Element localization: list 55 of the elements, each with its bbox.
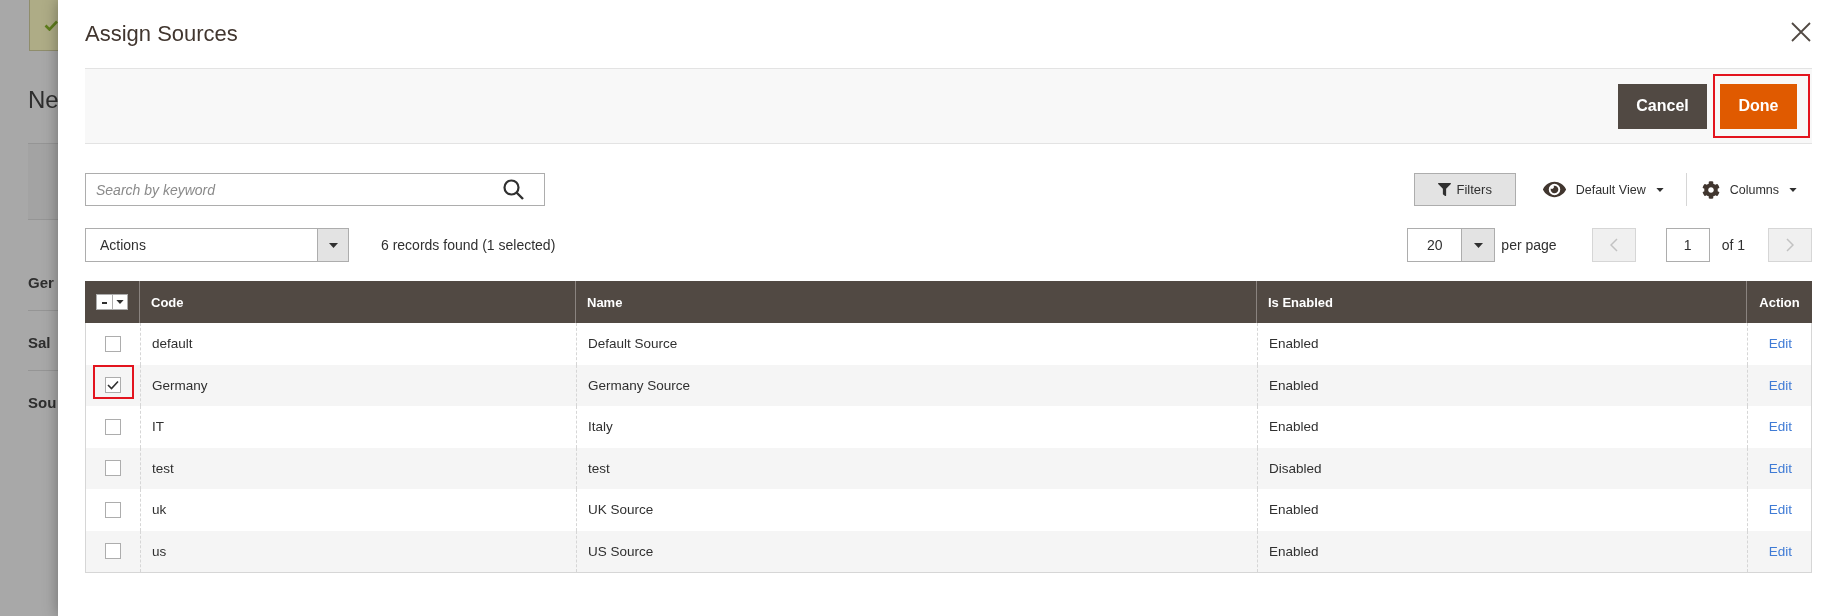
- filter-icon: [1437, 183, 1451, 196]
- search-icon[interactable]: [503, 179, 524, 200]
- page-input[interactable]: 1: [1665, 228, 1710, 262]
- done-button[interactable]: Done: [1720, 83, 1797, 129]
- table-cell: Italy: [576, 406, 1257, 448]
- check-icon: [44, 19, 58, 31]
- close-button[interactable]: [1790, 21, 1812, 43]
- gear-icon: [1701, 180, 1720, 199]
- edit-link[interactable]: Edit: [1768, 502, 1793, 518]
- edit-link[interactable]: Edit: [1768, 419, 1793, 435]
- modal-title: Assign Sources: [85, 21, 238, 47]
- records-count: 6 records found (1 selected): [381, 237, 556, 253]
- table-cell: us: [140, 530, 576, 572]
- section-title: Sou: [28, 393, 57, 413]
- page-count: of 1: [1721, 237, 1745, 253]
- row-checkbox[interactable]: [105, 460, 121, 477]
- cancel-button[interactable]: Cancel: [1618, 83, 1707, 129]
- close-icon: [1791, 22, 1811, 42]
- table-cell: Enabled: [1257, 406, 1747, 448]
- caret-icon: [317, 229, 348, 261]
- row-checkbox[interactable]: [105, 418, 121, 435]
- previous-page-button[interactable]: [1591, 228, 1636, 262]
- edit-link[interactable]: Edit: [1768, 336, 1793, 352]
- edit-link[interactable]: Edit: [1768, 543, 1793, 559]
- table-cell: US Source: [576, 530, 1257, 572]
- table-cell: IT: [140, 406, 576, 448]
- search-field[interactable]: Search by keyword: [85, 173, 545, 206]
- caret-icon: [1461, 229, 1495, 261]
- page-heading: Ne: [28, 85, 58, 115]
- table-cell: Enabled: [1257, 530, 1747, 572]
- row-checkbox[interactable]: [105, 543, 121, 560]
- section-title: Sal: [28, 333, 51, 353]
- filters-button[interactable]: Filters: [1413, 173, 1516, 206]
- row-checkbox[interactable]: [105, 501, 121, 518]
- row-checkbox[interactable]: [105, 335, 121, 352]
- caret-icon[interactable]: [112, 295, 127, 309]
- section-title: Ger: [28, 273, 54, 293]
- view-dropdown[interactable]: Default View: [1542, 173, 1664, 206]
- edit-link[interactable]: Edit: [1768, 460, 1793, 476]
- next-page-button[interactable]: [1768, 228, 1812, 262]
- caret-icon: [1655, 187, 1664, 192]
- caret-icon: [1789, 187, 1797, 192]
- edit-link[interactable]: Edit: [1768, 377, 1793, 393]
- select-all-control[interactable]: [96, 294, 128, 310]
- table-cell: default: [140, 323, 576, 365]
- table-cell: Enabled: [1257, 489, 1747, 531]
- row-checkbox[interactable]: [105, 377, 121, 394]
- table-cell: Default Source: [576, 323, 1257, 365]
- table-cell: Enabled: [1257, 323, 1747, 365]
- columns-dropdown[interactable]: Columns: [1701, 173, 1797, 206]
- per-page-label: per page: [1501, 237, 1557, 253]
- table-cell: uk: [140, 489, 576, 531]
- table-cell: UK Source: [576, 489, 1257, 531]
- per-page-dropdown[interactable]: 20: [1407, 228, 1496, 262]
- actions-dropdown[interactable]: Actions: [85, 228, 349, 262]
